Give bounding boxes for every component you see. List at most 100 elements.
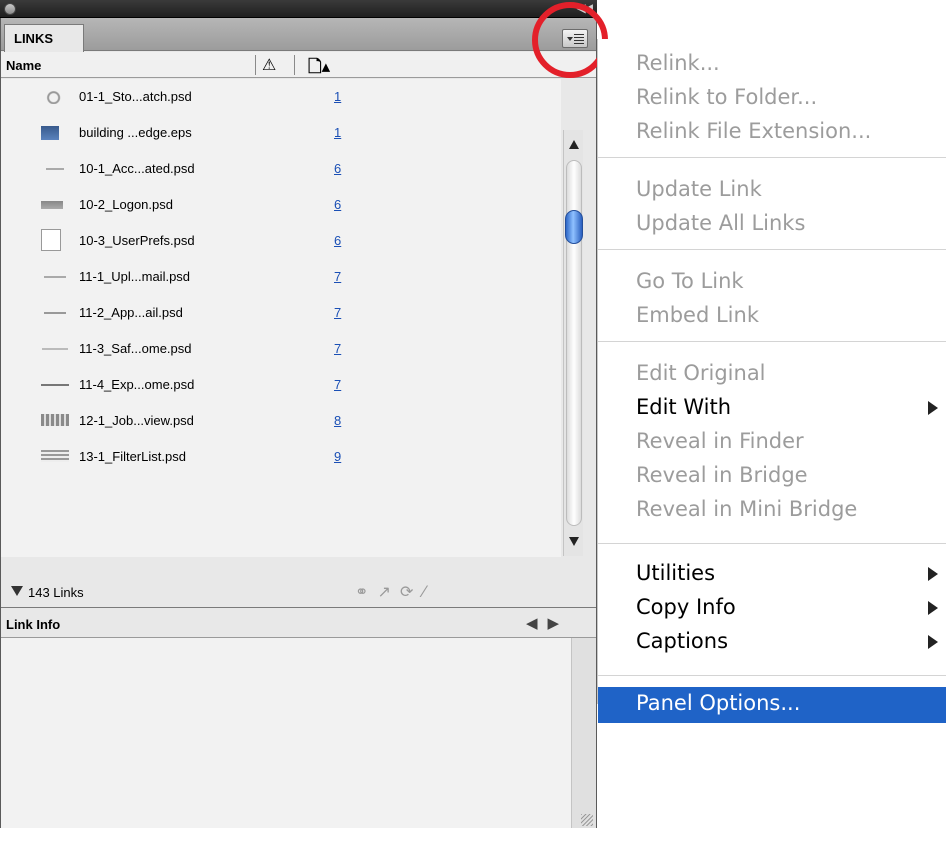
menu-item-label: Reveal in Finder [636, 429, 804, 453]
links-list: 01-1_Sto...atch.psd 1 building ...edge.eps… [1, 79, 561, 557]
scrollbar[interactable] [563, 130, 583, 556]
menu-item-copy-info[interactable]: Copy Info [636, 595, 938, 619]
menu-item-update-all-links[interactable]: Update All Links [636, 211, 805, 235]
menu-item-label: Relink File Extension... [636, 119, 872, 143]
menu-item-panel-options[interactable]: Panel Options... [598, 687, 946, 723]
menu-item-utilities[interactable]: Utilities [636, 561, 938, 585]
link-page-number[interactable]: 6 [334, 161, 341, 176]
link-row[interactable]: 11-2_App...ail.psd 7 [1, 295, 561, 331]
menu-item-label: Go To Link [636, 269, 744, 293]
panel-title-bar[interactable]: ◀◀ [0, 0, 597, 18]
menu-item-label: Relink to Folder... [636, 85, 818, 109]
menu-item-label: Update All Links [636, 211, 806, 235]
menu-divider [598, 675, 946, 676]
menu-item-label: Copy Info [636, 595, 736, 619]
tab-row: LINKS [1, 18, 596, 52]
menu-item-label: Embed Link [636, 303, 759, 327]
link-info-scrollbar[interactable] [571, 638, 596, 828]
link-filename: 11-2_App...ail.psd [79, 305, 183, 320]
close-button[interactable] [4, 3, 16, 15]
menu-item-label: Reveal in Bridge [636, 463, 808, 487]
link-page-number[interactable]: 1 [334, 89, 341, 104]
link-filename: 11-4_Exp...ome.psd [79, 377, 195, 392]
links-status-bar: 143 Links ⚭ ↗ ⟳ ⁄ [1, 578, 596, 608]
link-thumbnail [41, 306, 69, 320]
link-thumbnail [41, 126, 59, 140]
link-row[interactable]: 11-1_Upl...mail.psd 7 [1, 259, 561, 295]
link-filename: 01-1_Sto...atch.psd [79, 89, 192, 104]
submenu-arrow-icon [928, 601, 938, 615]
menu-item-reveal-in-mini-bridge[interactable]: Reveal in Mini Bridge [636, 497, 857, 521]
link-filename: 12-1_Job...view.psd [79, 413, 194, 428]
link-filename: 13-1_FilterList.psd [79, 449, 186, 464]
link-page-number[interactable]: 7 [334, 305, 341, 320]
link-info-body [1, 638, 571, 828]
link-page-number[interactable]: 6 [334, 197, 341, 212]
menu-item-label: Utilities [636, 561, 716, 585]
link-row[interactable]: 01-1_Sto...atch.psd 1 [1, 79, 561, 115]
name-column-header[interactable]: Name [6, 58, 41, 73]
scroll-thumb[interactable] [565, 210, 583, 244]
menu-item-label: Edit Original [636, 361, 766, 385]
link-filename: 10-3_UserPrefs.psd [79, 233, 195, 248]
link-thumbnail [41, 450, 69, 462]
column-header: Name ⚠ 🗋▴ [1, 52, 596, 78]
link-page-number[interactable]: 6 [334, 233, 341, 248]
menu-item-update-link[interactable]: Update Link [636, 177, 762, 201]
scroll-down-icon[interactable] [569, 537, 579, 546]
link-filename: 11-3_Saf...ome.psd [79, 341, 192, 356]
link-thumbnail [41, 201, 63, 209]
scroll-up-icon[interactable] [569, 140, 579, 149]
link-row[interactable]: 13-1_FilterList.psd 9 [1, 439, 561, 475]
link-page-number[interactable]: 8 [334, 413, 341, 428]
link-page-number[interactable]: 7 [334, 377, 341, 392]
link-thumbnail [41, 90, 69, 104]
link-info-nav-arrows[interactable]: ◀▶ [526, 614, 569, 632]
link-row[interactable]: 10-1_Acc...ated.psd 6 [1, 151, 561, 187]
link-row[interactable]: 11-3_Saf...ome.psd 7 [1, 331, 561, 367]
menu-item-embed-link[interactable]: Embed Link [636, 303, 759, 327]
submenu-arrow-icon [928, 567, 938, 581]
link-page-number[interactable]: 1 [334, 125, 341, 140]
link-filename: 10-1_Acc...ated.psd [79, 161, 195, 176]
link-row[interactable]: 10-2_Logon.psd 6 [1, 187, 561, 223]
menu-item-captions[interactable]: Captions [636, 629, 938, 653]
link-page-number[interactable]: 7 [334, 269, 341, 284]
menu-item-edit-original[interactable]: Edit Original [636, 361, 766, 385]
menu-item-reveal-in-finder[interactable]: Reveal in Finder [636, 429, 804, 453]
disclosure-triangle-icon[interactable] [11, 586, 23, 596]
link-filename: 10-2_Logon.psd [79, 197, 173, 212]
submenu-arrow-icon [928, 635, 938, 649]
resize-grip-icon[interactable] [581, 814, 593, 826]
menu-item-label: Captions [636, 629, 729, 653]
link-filename: 11-1_Upl...mail.psd [79, 269, 191, 284]
menu-item-relink[interactable]: Relink... [636, 51, 720, 75]
tab-links[interactable]: LINKS [4, 24, 84, 52]
link-thumbnail [41, 229, 61, 251]
status-warning-icon[interactable]: ⚠ [262, 55, 276, 74]
menu-divider [598, 341, 946, 342]
submenu-arrow-icon [928, 401, 938, 415]
link-page-number[interactable]: 7 [334, 341, 341, 356]
link-thumbnail [41, 414, 69, 426]
menu-item-label: Reveal in Mini Bridge [636, 497, 858, 521]
links-count: 143 Links [28, 585, 84, 600]
link-row[interactable]: 10-3_UserPrefs.psd 6 [1, 223, 561, 259]
menu-item-edit-with[interactable]: Edit With [636, 395, 938, 419]
link-row[interactable]: 12-1_Job...view.psd 8 [1, 403, 561, 439]
menu-item-relink-file-extension[interactable]: Relink File Extension... [636, 119, 871, 143]
menu-item-reveal-in-bridge[interactable]: Reveal in Bridge [636, 463, 808, 487]
menu-item-relink-to-folder[interactable]: Relink to Folder... [636, 85, 817, 109]
link-page-number[interactable]: 9 [334, 449, 341, 464]
column-divider [294, 55, 295, 75]
menu-divider [598, 543, 946, 544]
link-info-label: Link Info [6, 617, 61, 632]
menu-item-label: Edit With [636, 395, 732, 419]
link-row[interactable]: building ...edge.eps 1 [1, 115, 561, 151]
panel-context-menu: Relink... Relink to Folder... Relink File … [597, 39, 946, 723]
relink-tools-icons: ⚭ ↗ ⟳ ⁄ [355, 582, 428, 601]
menu-divider [598, 157, 946, 158]
menu-item-go-to-link[interactable]: Go To Link [636, 269, 744, 293]
link-row[interactable]: 11-4_Exp...ome.psd 7 [1, 367, 561, 403]
link-thumbnail [41, 162, 69, 176]
